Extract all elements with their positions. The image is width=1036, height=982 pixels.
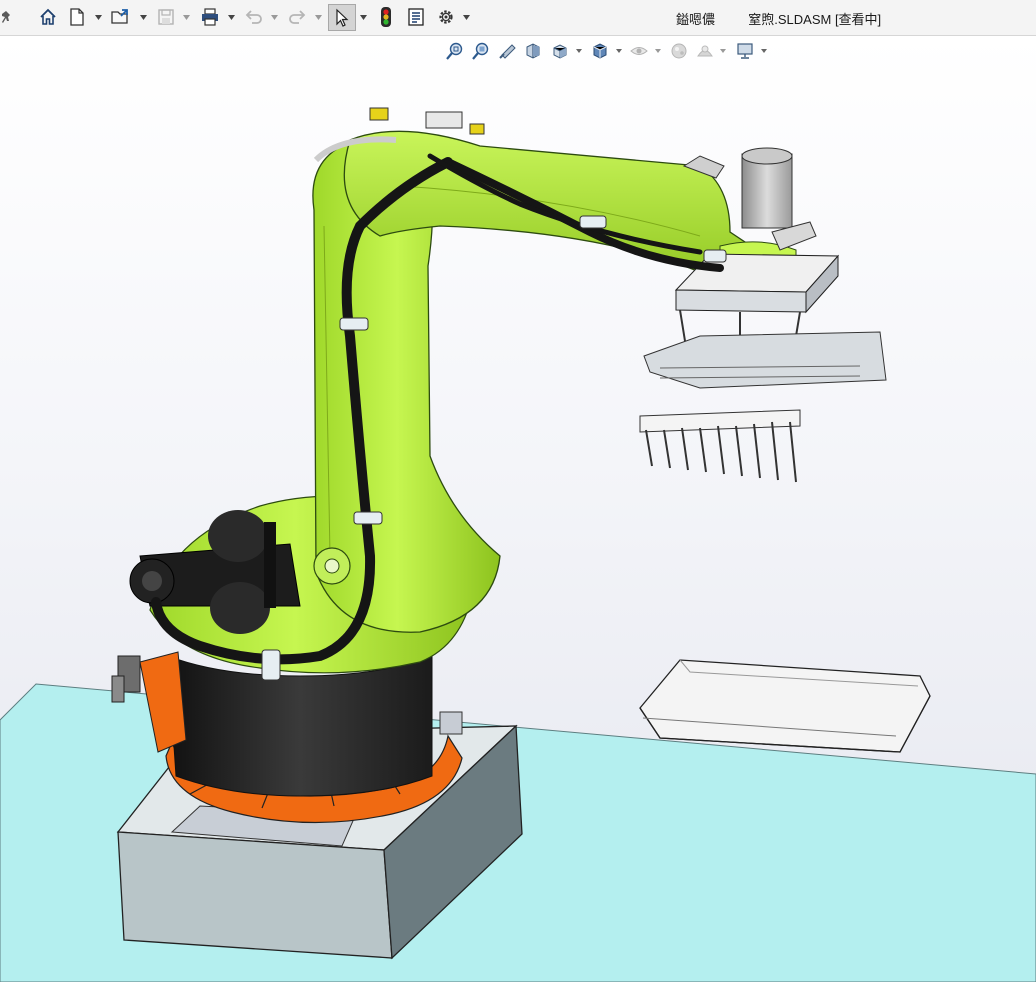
save-dropdown-icon[interactable] [183,10,190,24]
conveyor-box [639,659,931,753]
title-file: 窒煦.SLDASM [查看中] [748,12,882,27]
document-title: 鎰嗯儂 窒煦.SLDASM [查看中] [676,9,881,28]
options-gear-icon[interactable] [434,5,458,29]
graphics-area[interactable] [0,36,1036,982]
traffic-light-icon[interactable] [374,5,398,29]
title-left: 鎰嗯儂 [676,12,716,27]
undo-dropdown-icon[interactable] [271,10,278,24]
base-cylinder [167,655,433,797]
select-dropdown-icon[interactable] [360,10,367,24]
pin-icon[interactable] [0,5,18,29]
redo-icon[interactable] [285,5,309,29]
print-dropdown-icon[interactable] [228,10,235,24]
undo-icon[interactable] [242,5,266,29]
open-dropdown-icon[interactable] [140,10,147,24]
redo-dropdown-icon[interactable] [315,10,322,24]
home-icon[interactable] [36,5,60,29]
print-icon[interactable] [198,5,222,29]
save-icon[interactable] [154,5,178,29]
main-toolbar: 鎰嗯儂 窒煦.SLDASM [查看中] [0,0,1036,36]
options-dropdown-icon[interactable] [463,10,470,24]
model-scene[interactable] [0,36,1036,982]
open-icon[interactable] [109,5,133,29]
gripper [639,253,887,433]
new-document-icon[interactable] [65,5,89,29]
select-cursor-icon[interactable] [328,4,356,31]
new-dropdown-icon[interactable] [95,10,102,24]
file-properties-icon[interactable] [404,5,428,29]
